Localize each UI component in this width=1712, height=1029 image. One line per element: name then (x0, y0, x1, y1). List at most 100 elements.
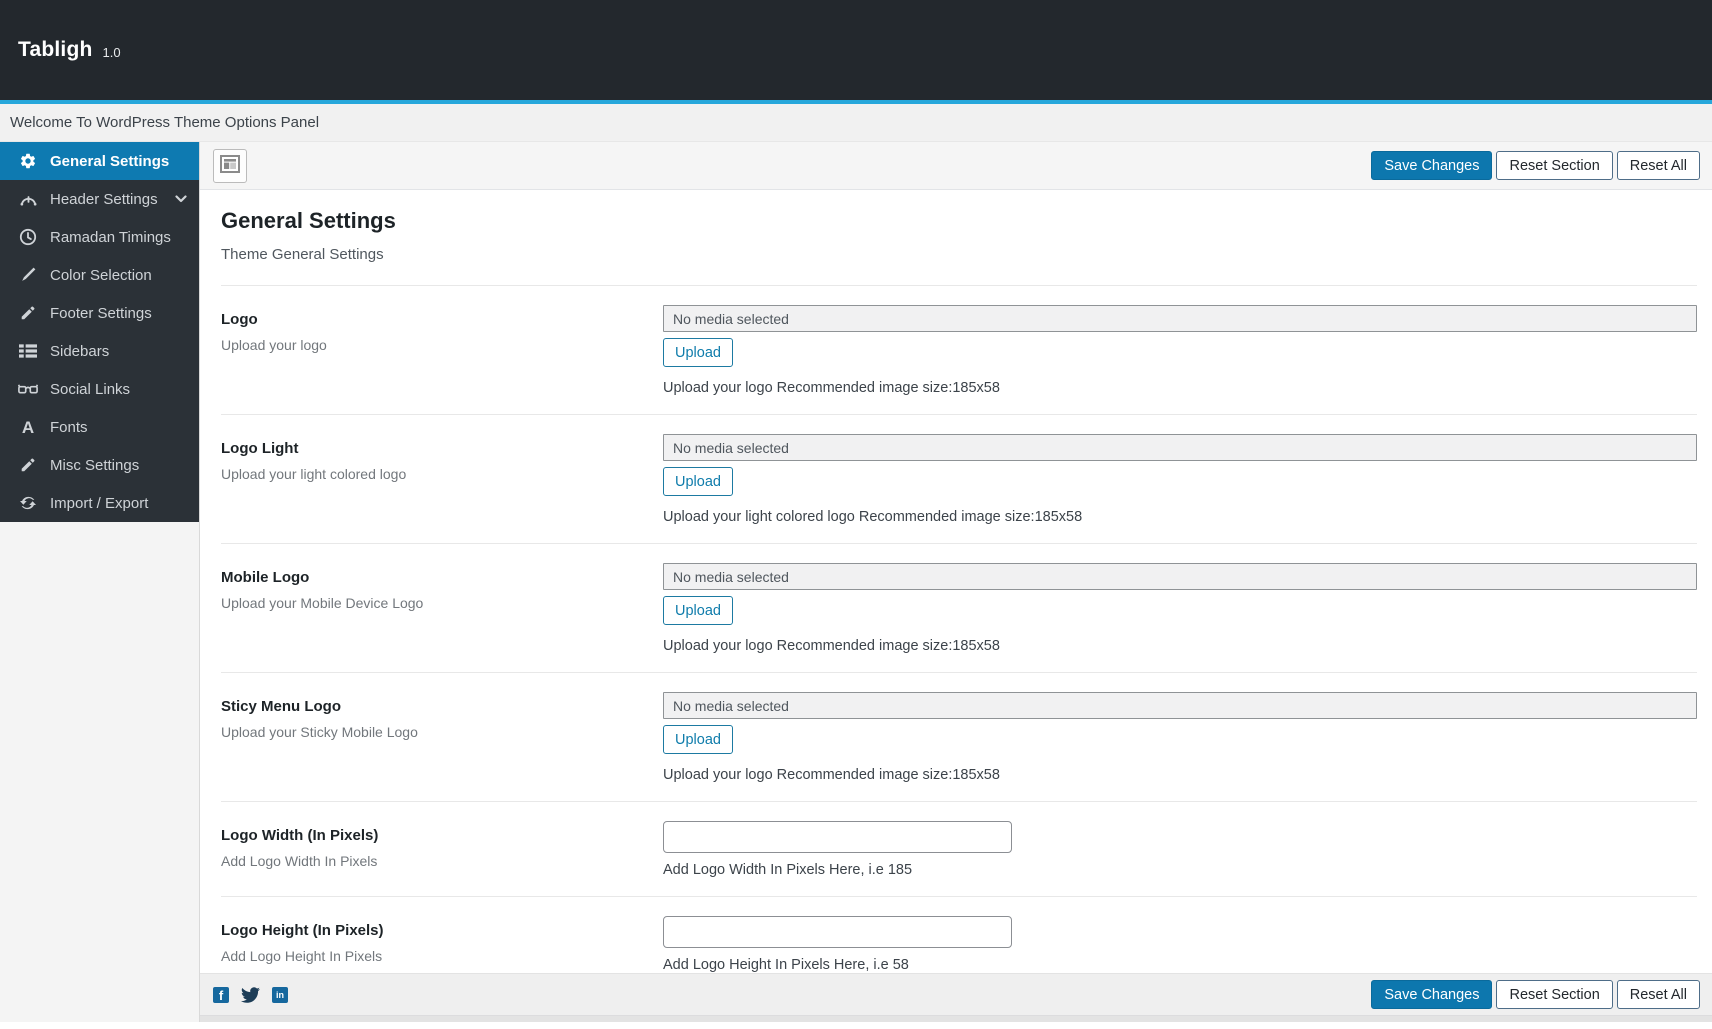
page-head: General Settings Theme General Settings (221, 190, 1697, 285)
footer-actions: Save Changes Reset Section Reset All (1371, 980, 1700, 1009)
field-label: Logo (221, 311, 663, 328)
logo-width-input[interactable] (663, 821, 1012, 853)
pencil-icon (18, 303, 38, 323)
sidebar-item-import-export[interactable]: Import / Export (0, 484, 199, 522)
glasses-icon (18, 379, 38, 399)
logo-height-input[interactable] (663, 916, 1012, 948)
reset-all-button-bottom[interactable]: Reset All (1617, 980, 1700, 1009)
chevron-down-icon (175, 195, 187, 203)
field-info: Logo Light Upload your light colored log… (221, 434, 663, 525)
logo-light-media-input[interactable] (663, 434, 1697, 461)
field-row-logo-light: Logo Light Upload your light colored log… (221, 414, 1697, 543)
field-row-logo-width: Logo Width (In Pixels) Add Logo Width In… (221, 801, 1697, 896)
field-row-sticky-menu-logo: Sticy Menu Logo Upload your Sticky Mobil… (221, 672, 1697, 801)
app-title: Tabligh (18, 38, 93, 62)
social-links: f in (213, 987, 288, 1003)
app-header: Tabligh 1.0 (0, 0, 1712, 100)
sidebar-item-label: Fonts (50, 419, 88, 436)
sidebar-item-label: Footer Settings (50, 305, 152, 322)
field-sublabel: Add Logo Height In Pixels (221, 948, 663, 964)
field-info: Sticy Menu Logo Upload your Sticky Mobil… (221, 692, 663, 783)
field-description: Upload your light colored logo Recommend… (663, 509, 1697, 525)
facebook-icon[interactable]: f (213, 987, 229, 1003)
sticky-menu-logo-media-input[interactable] (663, 692, 1697, 719)
field-info: Logo Height (In Pixels) Add Logo Height … (221, 916, 663, 973)
list-icon (18, 341, 38, 361)
field-label: Mobile Logo (221, 569, 663, 586)
sidebar-item-social-links[interactable]: Social Links (0, 370, 199, 408)
sidebar-item-footer-settings[interactable]: Footer Settings (0, 294, 199, 332)
welcome-bar: Welcome To WordPress Theme Options Panel (0, 104, 1712, 142)
pencil-icon (18, 455, 38, 475)
field-control: Add Logo Height In Pixels Here, i.e 58 (663, 916, 1697, 973)
field-sublabel: Add Logo Width In Pixels (221, 853, 663, 869)
field-row-logo: Logo Upload your logo Upload Upload your… (221, 285, 1697, 414)
field-control: Add Logo Width In Pixels Here, i.e 185 (663, 821, 1697, 878)
reset-section-button[interactable]: Reset Section (1496, 151, 1612, 180)
field-control: Upload Upload your logo Recommended imag… (663, 305, 1697, 396)
toolbar-actions: Save Changes Reset Section Reset All (1371, 151, 1700, 180)
panel-footer: f in Save Changes Reset Section Reset Al… (200, 973, 1712, 1015)
sidebar-item-label: Import / Export (50, 495, 148, 512)
sidebar-item-sidebars[interactable]: Sidebars (0, 332, 199, 370)
linkedin-glyph: in (276, 990, 284, 1000)
gear-icon (18, 151, 38, 171)
layout-panel-icon (220, 155, 240, 176)
reset-all-button[interactable]: Reset All (1617, 151, 1700, 180)
twitter-icon[interactable] (241, 987, 260, 1003)
field-label: Logo Height (In Pixels) (221, 922, 663, 939)
field-control: Upload Upload your logo Recommended imag… (663, 692, 1697, 783)
sticky-menu-logo-upload-button[interactable]: Upload (663, 725, 733, 754)
brush-icon (18, 265, 38, 285)
logo-media-input[interactable] (663, 305, 1697, 332)
field-row-mobile-logo: Mobile Logo Upload your Mobile Device Lo… (221, 543, 1697, 672)
dashboard-icon (18, 189, 38, 209)
field-control: Upload Upload your logo Recommended imag… (663, 563, 1697, 654)
panel-toolbar: Save Changes Reset Section Reset All (200, 142, 1712, 190)
sidebar-item-header-settings[interactable]: Header Settings (0, 180, 199, 218)
main-panel: Save Changes Reset Section Reset All Gen… (200, 142, 1712, 1022)
sidebar-item-label: Social Links (50, 381, 130, 398)
welcome-text: Welcome To WordPress Theme Options Panel (10, 114, 319, 131)
sidebar-item-label: Color Selection (50, 267, 152, 284)
field-label: Sticy Menu Logo (221, 698, 663, 715)
field-label: Logo Light (221, 440, 663, 457)
options-menu: General Settings Header Settings Ramadan… (0, 142, 199, 522)
field-label: Logo Width (In Pixels) (221, 827, 663, 844)
mobile-logo-upload-button[interactable]: Upload (663, 596, 733, 625)
clock-icon (18, 227, 38, 247)
page-subtitle: Theme General Settings (221, 246, 1697, 263)
field-control: Upload Upload your light colored logo Re… (663, 434, 1697, 525)
sidebar-item-ramadan-timings[interactable]: Ramadan Timings (0, 218, 199, 256)
field-row-logo-height: Logo Height (In Pixels) Add Logo Height … (221, 896, 1697, 973)
field-description: Upload your logo Recommended image size:… (663, 638, 1697, 654)
field-description: Upload your logo Recommended image size:… (663, 767, 1697, 783)
field-sublabel: Upload your Mobile Device Logo (221, 595, 663, 611)
field-sublabel: Upload your logo (221, 337, 663, 353)
logo-upload-button[interactable]: Upload (663, 338, 733, 367)
sidebar-item-misc-settings[interactable]: Misc Settings (0, 446, 199, 484)
save-changes-button[interactable]: Save Changes (1371, 151, 1492, 180)
panel-toggle-button[interactable] (213, 149, 247, 183)
field-description: Add Logo Width In Pixels Here, i.e 185 (663, 862, 1697, 878)
sidebar-item-general-settings[interactable]: General Settings (0, 142, 199, 180)
reset-section-button-bottom[interactable]: Reset Section (1496, 980, 1612, 1009)
letter-a-glyph: A (22, 419, 34, 436)
linkedin-icon[interactable]: in (272, 987, 288, 1003)
field-sublabel: Upload your Sticky Mobile Logo (221, 724, 663, 740)
sidebar-item-label: Misc Settings (50, 457, 139, 474)
field-description: Add Logo Height In Pixels Here, i.e 58 (663, 957, 1697, 973)
bottom-band (200, 1015, 1712, 1022)
sidebar-item-label: General Settings (50, 153, 169, 170)
main-layout: General Settings Header Settings Ramadan… (0, 142, 1712, 1022)
sidebar-item-label: Header Settings (50, 191, 158, 208)
save-changes-button-bottom[interactable]: Save Changes (1371, 980, 1492, 1009)
logo-light-upload-button[interactable]: Upload (663, 467, 733, 496)
sidebar-item-fonts[interactable]: A Fonts (0, 408, 199, 446)
facebook-glyph: f (219, 989, 223, 1003)
mobile-logo-media-input[interactable] (663, 563, 1697, 590)
sidebar: General Settings Header Settings Ramadan… (0, 142, 200, 1022)
page-title: General Settings (221, 208, 1697, 234)
sidebar-item-color-selection[interactable]: Color Selection (0, 256, 199, 294)
sync-icon (18, 493, 38, 513)
